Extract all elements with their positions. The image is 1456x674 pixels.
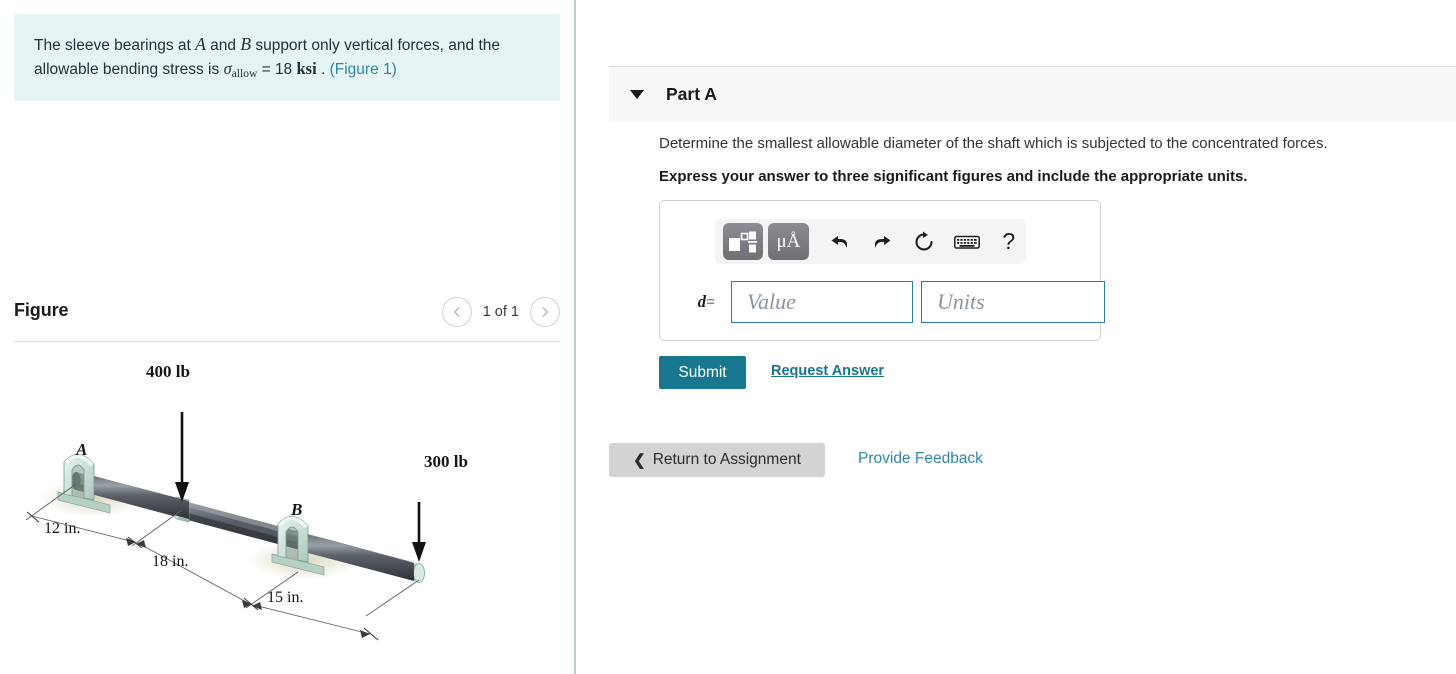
figure-prev-button[interactable] — [441, 297, 472, 327]
answer-units-input[interactable] — [921, 281, 1105, 323]
point-label-b: B — [291, 500, 303, 519]
part-a-header[interactable]: Part A — [609, 66, 1456, 121]
reset-icon[interactable] — [907, 223, 941, 261]
sigma-subscript: allow — [231, 68, 258, 81]
help-label: ? — [1002, 228, 1016, 254]
figure-header: Figure 1 of 1 — [14, 297, 560, 339]
keyboard-icon[interactable] — [949, 223, 983, 261]
answer-value-input[interactable] — [731, 281, 913, 323]
answer-row: d= — [676, 281, 1105, 323]
variable-b: B — [240, 34, 252, 54]
figure-pager: 1 of 1 — [441, 297, 560, 327]
problem-page: The sleeve bearings at A and B support o… — [0, 0, 1456, 674]
stress-value: 18 — [274, 61, 293, 79]
force-arrow-400 — [175, 412, 189, 502]
statement-period: . — [316, 61, 330, 79]
question-text: Determine the smallest allowable diamete… — [659, 135, 1328, 152]
instruction-text: Express your answer to three significant… — [659, 168, 1248, 185]
return-to-assignment-button[interactable]: ❮ Return to Assignment — [609, 443, 825, 477]
figure-1-link[interactable]: (Figure 1) — [330, 61, 397, 78]
math-template-icon[interactable] — [723, 223, 764, 260]
dimension-label-15in: 15 in. — [267, 589, 304, 606]
chevron-right-icon — [539, 306, 551, 318]
variable-a: A — [195, 34, 206, 54]
shaft-assembly-svg — [25, 412, 426, 641]
answer-entry-box: μÅ ? d= Value Units — [659, 200, 1105, 341]
undo-icon[interactable] — [823, 223, 857, 261]
stress-unit: ksi — [296, 59, 317, 79]
units-icon[interactable]: μÅ — [768, 223, 809, 260]
provide-feedback-link[interactable]: Provide Feedback — [858, 450, 983, 468]
units-label: μÅ — [776, 231, 801, 252]
dimension-label-12in: 12 in. — [44, 520, 81, 537]
part-a-title: Part A — [666, 83, 717, 104]
help-icon[interactable]: ? — [992, 223, 1026, 261]
force-label-400: 400 lb — [146, 362, 190, 381]
request-answer-link[interactable]: Request Answer — [771, 363, 884, 379]
figure-title: Figure — [14, 300, 69, 320]
dimension-label-18in: 18 in. — [152, 553, 189, 570]
statement-text-part2: and — [205, 37, 241, 54]
problem-statement: The sleeve bearings at A and B support o… — [14, 14, 560, 102]
left-panel: The sleeve bearings at A and B support o… — [0, 0, 574, 674]
figure-next-button[interactable] — [530, 297, 560, 327]
answer-variable: d — [697, 292, 706, 311]
answer-equals: = — [705, 294, 715, 311]
point-label-a: A — [76, 440, 88, 459]
return-button-label: Return to Assignment — [652, 451, 801, 468]
figure-divider — [14, 341, 560, 342]
sigma-symbol: σ — [223, 59, 232, 79]
statement-text-part1: The sleeve bearings at — [34, 37, 196, 54]
figure-diagram: 400 lb 300 lb A B 12 in. 18 in. 15 in. — [14, 350, 560, 660]
chevron-left-icon — [451, 306, 463, 318]
math-toolbar: μÅ ? — [715, 219, 1026, 264]
equals-sign: = — [257, 61, 275, 79]
chevron-left-icon: ❮ — [633, 452, 646, 469]
submit-button[interactable]: Submit — [659, 356, 746, 389]
caret-down-icon — [630, 89, 644, 99]
force-arrow-300 — [412, 502, 426, 562]
redo-icon[interactable] — [865, 223, 899, 261]
answer-variable-label: d= — [676, 292, 715, 312]
force-label-300: 300 lb — [424, 452, 468, 471]
figure-pager-count: 1 of 1 — [482, 304, 519, 320]
